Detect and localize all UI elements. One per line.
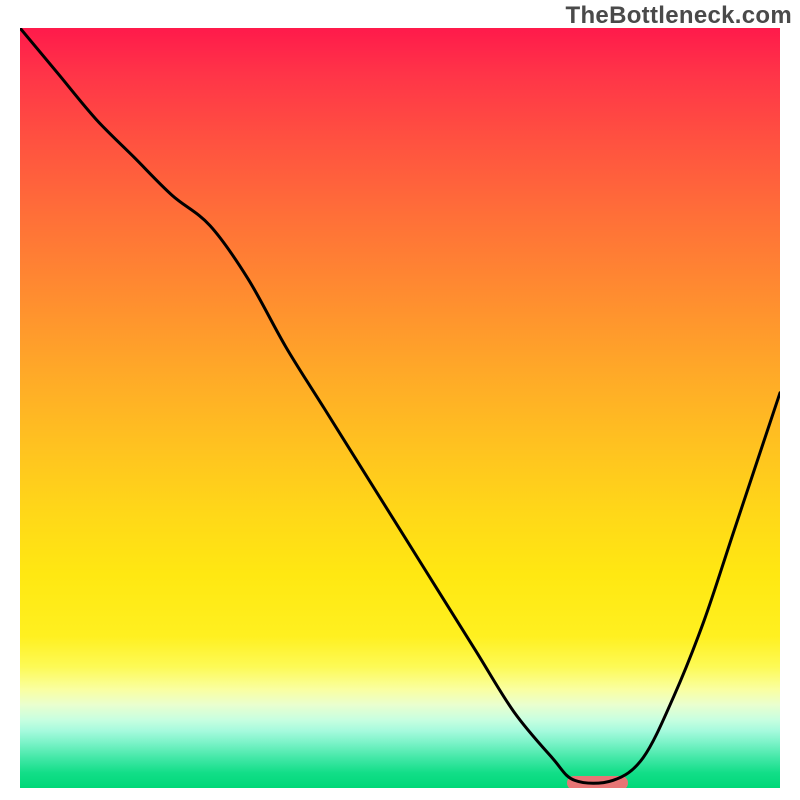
watermark-text: TheBottleneck.com <box>566 2 792 30</box>
bottleneck-curve-path <box>20 28 780 783</box>
chart-plot-area <box>20 28 780 788</box>
bottleneck-curve <box>20 28 780 788</box>
